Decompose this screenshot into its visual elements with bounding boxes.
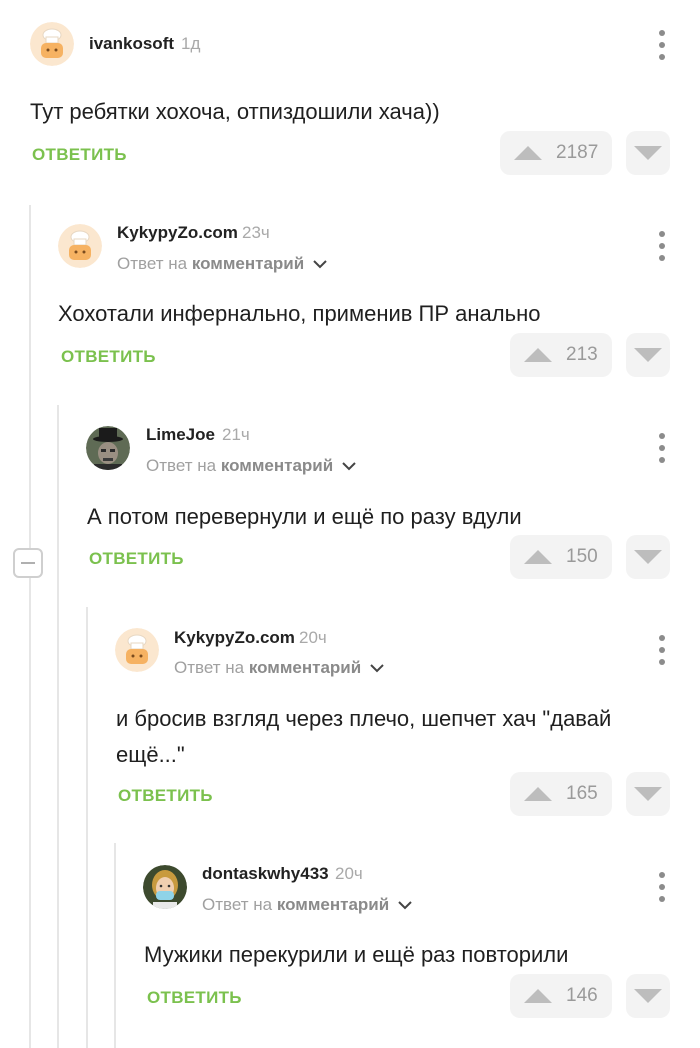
triangle-up-icon bbox=[524, 787, 552, 801]
reply-to-line[interactable]: Ответ на комментарий bbox=[174, 658, 384, 678]
downvote-button[interactable] bbox=[626, 974, 670, 1018]
reply-prefix: Ответ на bbox=[146, 456, 217, 475]
reply-to-line[interactable]: Ответ на комментарий bbox=[146, 456, 356, 476]
triangle-up-icon bbox=[524, 989, 552, 1003]
menu-dots-icon[interactable] bbox=[652, 229, 672, 263]
triangle-down-icon bbox=[634, 787, 662, 801]
thread-line-level-1 bbox=[29, 205, 31, 1048]
triangle-down-icon bbox=[634, 146, 662, 160]
comment-time: 20ч bbox=[299, 628, 327, 647]
baker-default-avatar-icon bbox=[115, 628, 159, 672]
reply-button[interactable]: ОТВЕТИТЬ bbox=[147, 988, 242, 1008]
minus-icon bbox=[21, 562, 35, 564]
chevron-down-icon[interactable] bbox=[342, 462, 356, 471]
chevron-down-icon[interactable] bbox=[370, 664, 384, 673]
masked-woman-avatar-icon bbox=[143, 865, 187, 909]
reply-button[interactable]: ОТВЕТИТЬ bbox=[61, 347, 156, 367]
menu-dots-icon[interactable] bbox=[652, 633, 672, 667]
thread-line-level-3 bbox=[86, 607, 88, 1048]
comment-time: 1д bbox=[181, 34, 201, 53]
comment-text: Тут ребятки хохоча, отпиздошили хача)) bbox=[30, 99, 440, 124]
triangle-down-icon bbox=[634, 348, 662, 362]
upvote-button[interactable]: 150 bbox=[510, 535, 612, 579]
baker-default-avatar-icon bbox=[58, 224, 102, 268]
vote-count: 2187 bbox=[556, 142, 599, 163]
reply-target[interactable]: комментарий bbox=[192, 254, 304, 273]
triangle-down-icon bbox=[634, 989, 662, 1003]
baker-default-avatar-icon bbox=[30, 22, 74, 66]
comment-time: 20ч bbox=[335, 864, 363, 883]
avatar bbox=[86, 426, 130, 470]
comment-text: А потом перевернули и ещё по разу вдули bbox=[87, 504, 522, 529]
avatar bbox=[143, 865, 187, 909]
thread-line-level-4 bbox=[114, 843, 116, 1048]
chevron-down-icon[interactable] bbox=[398, 901, 412, 910]
triangle-down-icon bbox=[634, 550, 662, 564]
menu-dots-icon[interactable] bbox=[652, 28, 672, 62]
reply-prefix: Ответ на bbox=[202, 895, 273, 914]
username[interactable]: dontaskwhy433 bbox=[202, 864, 329, 884]
reply-button[interactable]: ОТВЕТИТЬ bbox=[32, 145, 127, 165]
reply-prefix: Ответ на bbox=[117, 254, 188, 273]
username[interactable]: KykypyZo.com bbox=[117, 223, 238, 243]
menu-dots-icon[interactable] bbox=[652, 431, 672, 465]
comment-text: Мужики перекурили и ещё раз повторили bbox=[144, 942, 569, 967]
comment-time: 23ч bbox=[242, 223, 270, 242]
chevron-down-icon[interactable] bbox=[313, 260, 327, 269]
avatar bbox=[115, 628, 159, 672]
reply-target[interactable]: комментарий bbox=[249, 658, 361, 677]
username[interactable]: LimeJoe bbox=[146, 425, 215, 445]
top-hat-man-avatar-icon bbox=[86, 426, 130, 470]
downvote-button[interactable] bbox=[626, 535, 670, 579]
reply-button[interactable]: ОТВЕТИТЬ bbox=[89, 549, 184, 569]
reply-to-line[interactable]: Ответ на комментарий bbox=[117, 254, 327, 274]
collapse-thread-button[interactable] bbox=[13, 548, 43, 578]
triangle-up-icon bbox=[524, 348, 552, 362]
downvote-button[interactable] bbox=[626, 772, 670, 816]
reply-button[interactable]: ОТВЕТИТЬ bbox=[118, 786, 213, 806]
vote-count: 165 bbox=[566, 783, 598, 804]
reply-target[interactable]: комментарий bbox=[277, 895, 389, 914]
comment-time: 21ч bbox=[222, 425, 250, 444]
username[interactable]: KykypyZo.com bbox=[174, 628, 295, 648]
reply-prefix: Ответ на bbox=[174, 658, 245, 677]
upvote-button[interactable]: 165 bbox=[510, 772, 612, 816]
comment-text: и бросив взгляд через плечо, шепчет хач … bbox=[116, 706, 612, 767]
username[interactable]: ivankosoft bbox=[89, 34, 174, 54]
upvote-button[interactable]: 213 bbox=[510, 333, 612, 377]
thread-line-level-2 bbox=[57, 405, 59, 1048]
reply-target[interactable]: комментарий bbox=[221, 456, 333, 475]
reply-to-line[interactable]: Ответ на комментарий bbox=[202, 895, 412, 915]
upvote-button[interactable]: 2187 bbox=[500, 131, 612, 175]
vote-count: 213 bbox=[566, 344, 598, 365]
vote-count: 146 bbox=[566, 985, 598, 1006]
downvote-button[interactable] bbox=[626, 131, 670, 175]
avatar bbox=[30, 22, 74, 66]
comment-text: Хохотали инфернально, применив ПР анальн… bbox=[58, 301, 541, 326]
menu-dots-icon[interactable] bbox=[652, 870, 672, 904]
vote-count: 150 bbox=[566, 546, 598, 567]
avatar bbox=[58, 224, 102, 268]
downvote-button[interactable] bbox=[626, 333, 670, 377]
upvote-button[interactable]: 146 bbox=[510, 974, 612, 1018]
triangle-up-icon bbox=[524, 550, 552, 564]
triangle-up-icon bbox=[514, 146, 542, 160]
